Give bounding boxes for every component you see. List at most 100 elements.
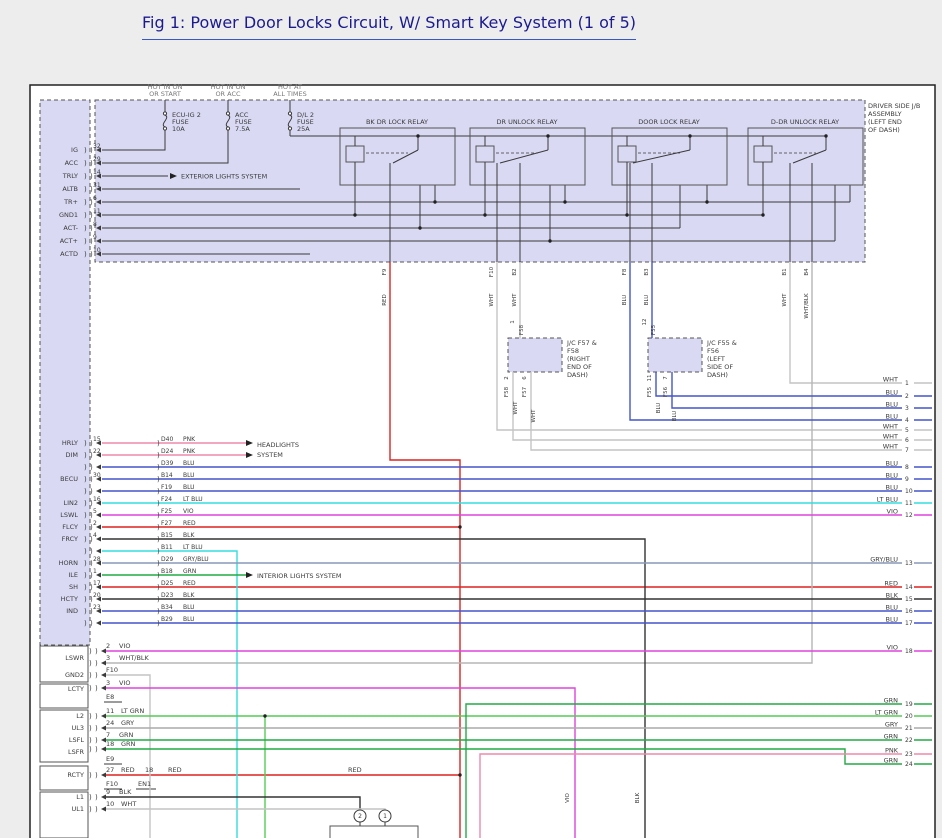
ecu-pin-number: 17: [93, 580, 101, 587]
edge-wire-color: BLU: [885, 389, 898, 397]
edge-wire-color: GRN: [884, 733, 899, 741]
fuse-terminal: [226, 112, 229, 115]
junction-dot: [433, 200, 436, 203]
label: OF DASH): [868, 126, 900, 134]
connector-icon: ): [84, 199, 87, 207]
jb-main-block: [95, 100, 865, 262]
vertical-label: B1: [782, 268, 788, 275]
label: LSFL: [69, 736, 84, 744]
label: GND2: [65, 671, 84, 679]
connector-icon: ): [84, 212, 87, 220]
label: RED: [168, 766, 182, 774]
edge-pin-number: 23: [905, 751, 913, 758]
label: (RIGHT: [567, 355, 590, 363]
junction-dot: [263, 714, 266, 717]
connector-icon: ): [95, 648, 98, 656]
label: RED: [121, 766, 135, 774]
wire-color-label: PNK: [183, 448, 196, 455]
edge-wire-color: WHT: [883, 423, 898, 431]
connector-icon: ): [157, 440, 160, 448]
label: VIO: [119, 679, 130, 687]
vertical-label: 2: [504, 376, 510, 380]
ecu-pin-number: 22: [93, 448, 101, 455]
label: EXTERIOR LIGHTS SYSTEM: [181, 173, 267, 181]
connector-icon: ): [84, 238, 87, 246]
vertical-label: F55: [647, 386, 653, 397]
edge-wire-color: VIO: [887, 644, 898, 652]
connector-icon: ): [90, 548, 93, 556]
connector-icon: ): [84, 608, 87, 616]
edge-wire-color: BLU: [885, 401, 898, 409]
vertical-label: F58: [519, 324, 525, 335]
ecu-pin-label: DIM: [65, 451, 78, 459]
jb-pin-number: 11: [93, 208, 101, 215]
label: HEADLIGHTS: [257, 441, 299, 449]
edge-wire-color: GRY: [885, 721, 898, 729]
fuse-terminal: [288, 112, 291, 115]
vertical-label: B4: [804, 268, 810, 276]
edge-wire-color: WHT: [883, 443, 898, 451]
connector-icon: ): [84, 620, 87, 628]
ecu-pin-number: 28: [93, 556, 101, 563]
vertical-label: RED: [382, 294, 388, 306]
relay-label: DR UNLOCK RELAY: [497, 118, 558, 126]
connector-circle-number: 2: [358, 813, 362, 820]
label: 18: [106, 740, 114, 748]
wire-connector-code: B14: [161, 472, 173, 479]
wire-color-label: LT BLU: [183, 496, 203, 503]
connector-icon: ): [84, 512, 87, 520]
junction-dot: [483, 213, 486, 216]
edge-pin-number: 17: [905, 620, 913, 627]
edge-pin-number: 8: [905, 464, 909, 471]
connector-icon: ): [89, 806, 92, 814]
connector-icon: ): [84, 596, 87, 604]
label: 3: [106, 679, 110, 687]
vertical-label: F9: [382, 268, 388, 275]
edge-pin-number: 10: [905, 488, 913, 495]
ecu-pin-label: LSWL: [60, 511, 78, 519]
label: GRY: [121, 719, 134, 727]
connector-icon: ): [89, 746, 92, 754]
edge-wire-color: BLU: [885, 484, 898, 492]
edge-pin-number: 19: [905, 701, 913, 708]
label: RED: [348, 766, 362, 774]
junction-dot: [563, 200, 566, 203]
label: WHT: [121, 800, 136, 808]
connector-icon: ): [157, 500, 160, 508]
ecu-pin-label: BECU: [60, 475, 78, 483]
edge-wire-color: BLK: [886, 592, 899, 600]
vertical-label: F10: [489, 266, 495, 277]
ecu-pin-number: 4: [93, 532, 97, 539]
label: L1: [76, 793, 84, 801]
connector-icon: ): [157, 536, 160, 544]
label: 24: [106, 719, 114, 727]
jb-pin-number: 6: [93, 195, 97, 202]
label: E9: [106, 755, 114, 763]
junction-dot: [353, 213, 356, 216]
ecu-pin-number: 30: [93, 472, 101, 479]
edge-pin-number: 16: [905, 608, 913, 615]
wire-connector-code: D29: [161, 556, 173, 563]
connector-icon: ): [157, 560, 160, 568]
vertical-label: BLU: [622, 295, 628, 306]
label: 2: [106, 642, 110, 650]
wire-connector-code: F19: [161, 484, 172, 491]
fuse-terminal: [163, 112, 166, 115]
connector-icon: ): [84, 572, 87, 580]
wiring-diagram-page: Fig 1: Power Door Locks Circuit, W/ Smar…: [0, 0, 942, 838]
fuse-terminal: [163, 127, 166, 130]
label: 11: [106, 707, 114, 715]
wire-connector-code: B15: [161, 532, 173, 539]
relay-label: BK DR LOCK RELAY: [366, 118, 428, 126]
label: END OF: [567, 363, 592, 371]
jb-pin-label: ACT+: [60, 237, 78, 245]
ecu-pin-label: FRCY: [62, 535, 78, 543]
vertical-label: 12: [642, 319, 648, 326]
vertical-label: WHT: [782, 293, 788, 307]
wire-connector-code: D25: [161, 580, 173, 587]
wire-connector-code: B11: [161, 544, 173, 551]
jb-pin-number: 8: [93, 221, 97, 228]
junction-dot: [688, 134, 691, 137]
connector-icon: ): [89, 772, 92, 780]
label: VIO: [119, 642, 130, 650]
